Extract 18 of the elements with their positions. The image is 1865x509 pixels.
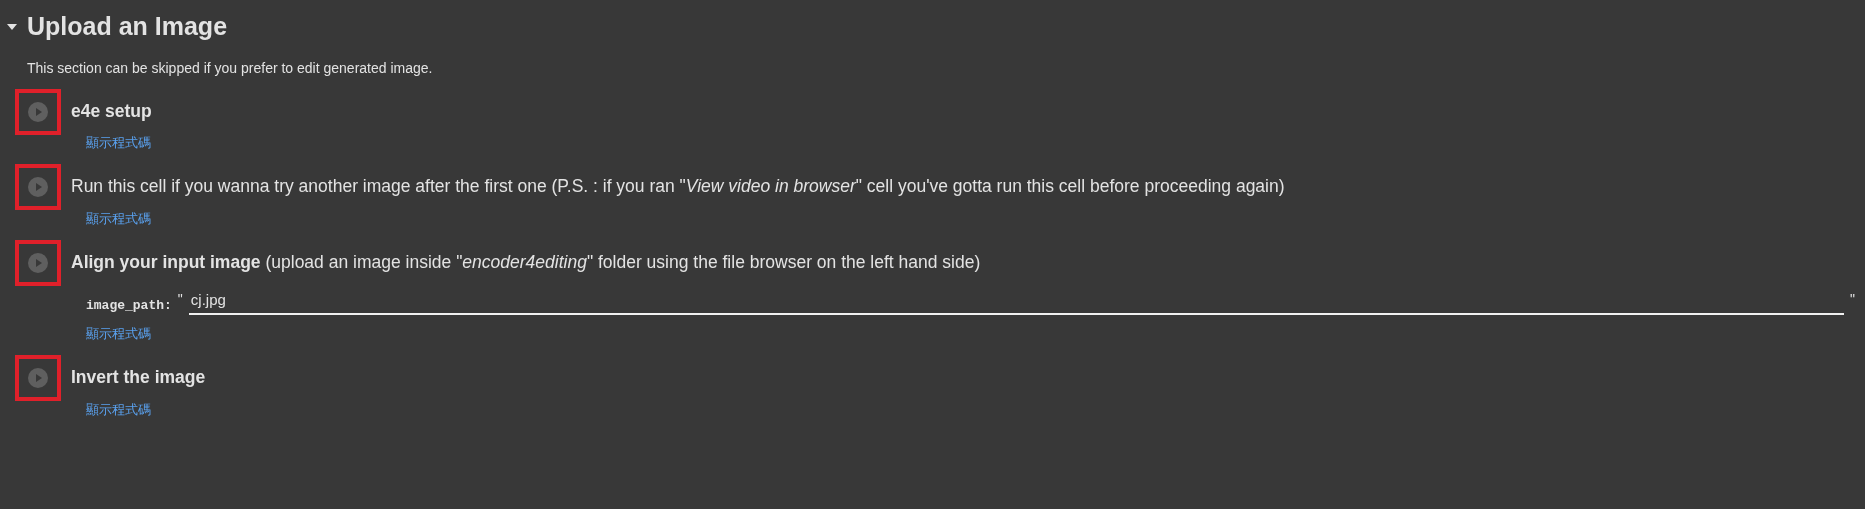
play-icon[interactable] xyxy=(27,176,49,199)
cell-title: Align your input image (upload an image inside "encoder4editing" folder using the file browser on the left hand side) xyxy=(71,250,982,274)
section-description: This section can be skipped if you prefer to edit generated image. xyxy=(27,59,434,78)
play-icon[interactable] xyxy=(27,251,49,274)
cell-title: e4e setup xyxy=(71,100,153,123)
field-label: image_path: xyxy=(86,296,172,315)
cell-title: Invert the image xyxy=(71,366,207,390)
show-code-link[interactable]: 顯示程式碼 xyxy=(86,399,151,419)
play-icon[interactable] xyxy=(27,367,49,390)
show-code-link[interactable]: 顯示程式碼 xyxy=(86,208,151,228)
show-code-link[interactable]: 顯示程式碼 xyxy=(86,133,151,153)
input-field[interactable]: cj.jpg xyxy=(188,288,1844,316)
show-code-link[interactable]: 顯示程式碼 xyxy=(86,324,151,344)
play-icon[interactable] xyxy=(27,101,49,123)
section-title: Upload an Image xyxy=(27,11,228,42)
quote-mark: " xyxy=(1850,289,1855,309)
quote-mark: " xyxy=(177,289,183,309)
cell-title: Run this cell if you wanna try another image after the first one (P.S. : if you ran "View video in browser" cell you've gotta run this cell before proceeding again) xyxy=(71,175,1286,199)
